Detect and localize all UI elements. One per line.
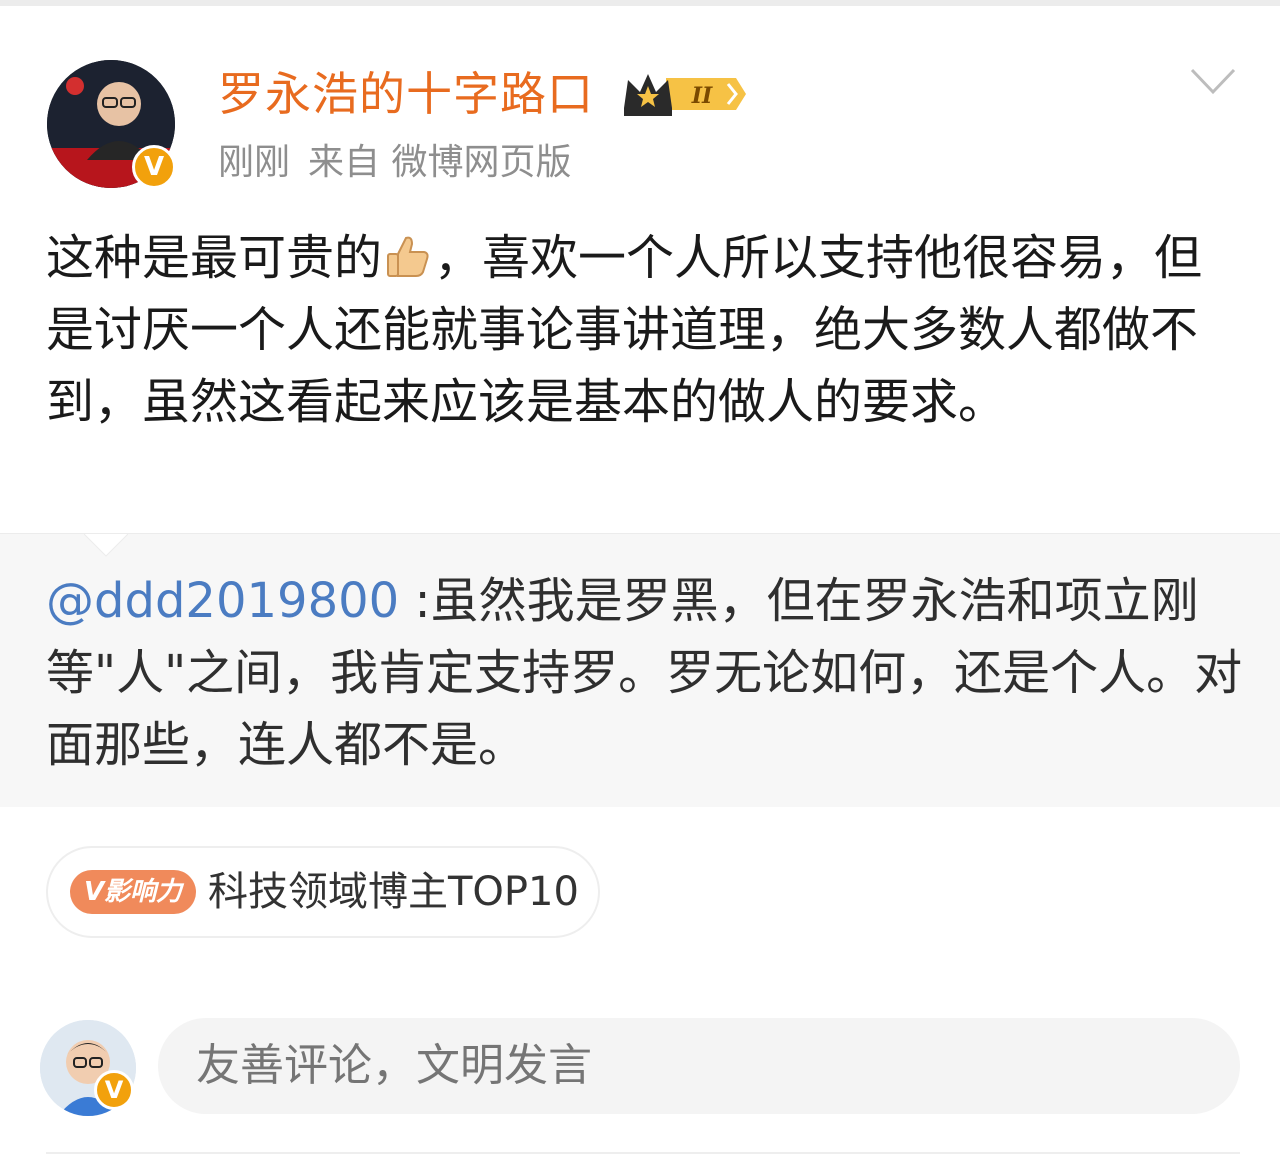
top-divider [0,0,1280,6]
influence-text: 科技领域博主TOP10 [208,869,579,915]
vip-level-text: II [691,83,713,109]
thumbs-up-icon [384,228,432,277]
mention-link[interactable]: @ddd2019800 [46,573,399,629]
post-source: 来自 微博网页版 [308,142,572,183]
author-verified-badge: V [132,145,176,189]
current-user-verified-badge: V [94,1070,134,1110]
comment-input[interactable] [158,1018,1240,1114]
post-meta: 刚刚 来自 微博网页版 [218,140,589,186]
quote-pointer [83,533,129,558]
post-body: 这种是最可贵的 ，喜欢一个人所以支持他很容易，但是讨厌一个人还能就事论事讲道理，绝… [46,222,1246,438]
chevron-down-icon[interactable] [1188,64,1238,98]
vip-crown-badge: II [620,68,748,120]
post-text-part1: 这种是最可贵的 [46,230,383,286]
post-time: 刚刚 [218,142,291,183]
author-name[interactable]: 罗永浩的十字路口 [218,62,594,126]
influence-badge: V影响力 [70,870,196,914]
bottom-divider [46,1152,1240,1154]
quoted-text: @ddd2019800 :虽然我是罗黑，但在罗永浩和项立刚等"人"之间，我肯定支… [46,565,1246,781]
